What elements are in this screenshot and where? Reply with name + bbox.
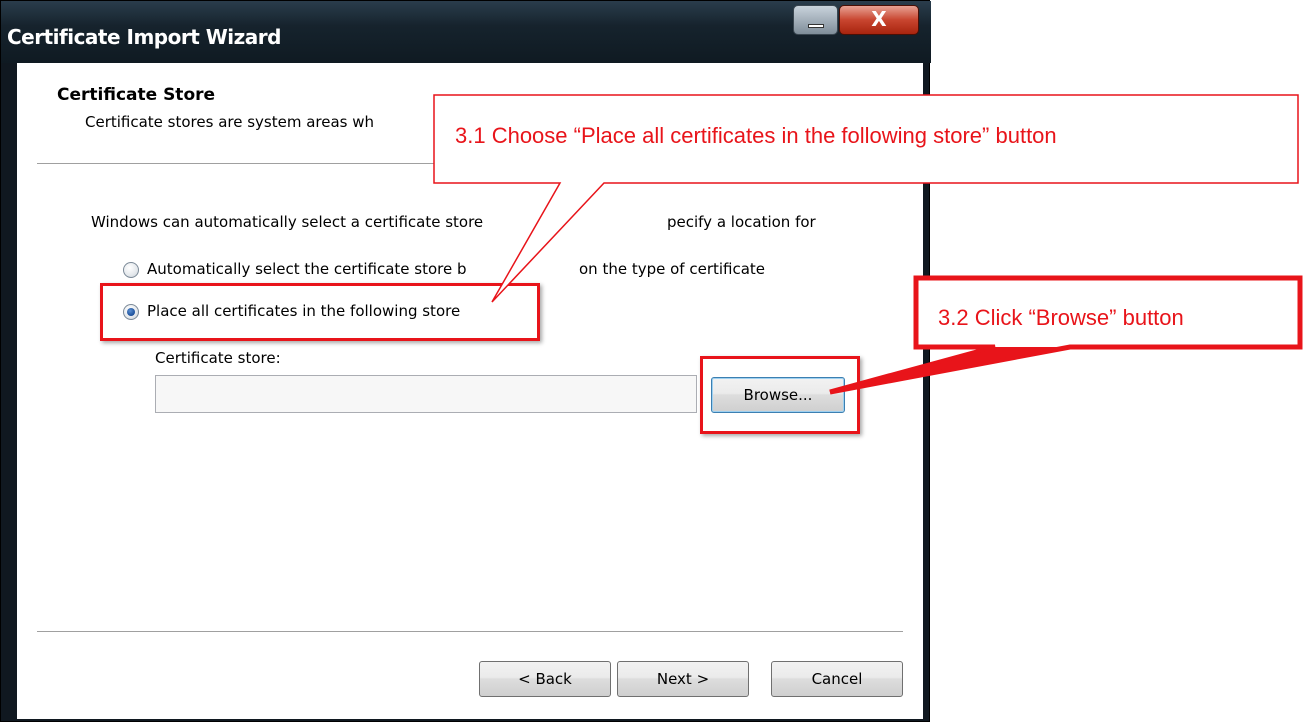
callout-1-text: 3.1 Choose “Place all certificates in th…	[455, 123, 1057, 148]
callout-shapes	[433, 94, 1303, 395]
callout-2-pointer	[829, 345, 1071, 394]
callout-2-text: 3.2 Click “Browse” button	[938, 305, 1184, 330]
